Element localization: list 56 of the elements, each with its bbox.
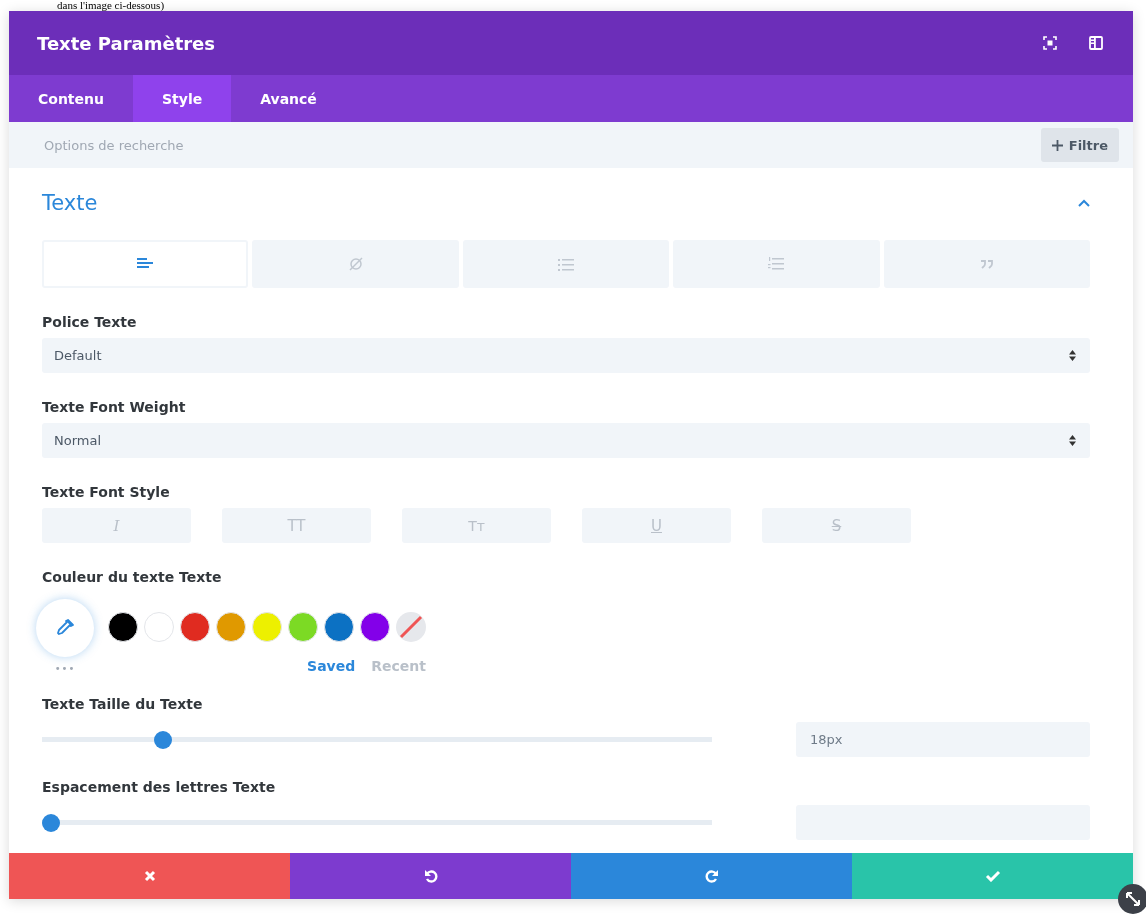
- slider-thumb[interactable]: [42, 813, 60, 832]
- color-picker-button[interactable]: [36, 599, 94, 657]
- tab[interactable]: Avancé: [231, 75, 346, 122]
- field-label: Texte Font Weight: [42, 399, 187, 415]
- size-input[interactable]: 18px: [796, 722, 1090, 757]
- color-swatch[interactable]: [180, 612, 210, 642]
- sidebar-layout-icon[interactable]: [1089, 36, 1103, 50]
- color-swatch[interactable]: [288, 612, 318, 642]
- field-label: Police Texte: [42, 314, 138, 330]
- color-swatch[interactable]: [216, 612, 246, 642]
- numbered-list-icon: [768, 257, 785, 271]
- sort-caret-icon: [1069, 435, 1076, 446]
- field-label: Espacement des lettres Texte: [42, 779, 277, 795]
- weight-select[interactable]: Normal: [42, 423, 1090, 458]
- fullscreen-icon[interactable]: [1043, 36, 1057, 50]
- color-swatch[interactable]: [324, 612, 354, 642]
- palette-tab[interactable]: Saved: [307, 658, 356, 674]
- more-options-button[interactable]: •••: [54, 663, 76, 674]
- plus-icon: [1051, 139, 1063, 151]
- tab[interactable]: Contenu: [9, 75, 133, 122]
- chevron-icon[interactable]: [1078, 199, 1090, 207]
- close-icon: [143, 870, 156, 882]
- search-field[interactable]: Options de recherche: [42, 136, 446, 154]
- slider-thumb[interactable]: [153, 730, 172, 749]
- window-title: Texte Paramètres: [37, 32, 216, 54]
- quote-icon: [978, 259, 995, 269]
- field-label: Couleur du texte Texte: [42, 569, 223, 585]
- section-title[interactable]: Texte: [42, 191, 98, 215]
- redo-button[interactable]: [571, 853, 852, 899]
- checkmark-icon: [984, 870, 1001, 882]
- color-swatch[interactable]: [108, 612, 138, 642]
- field-label: Texte Font Style: [42, 484, 171, 500]
- color-swatch[interactable]: [252, 612, 282, 642]
- color-swatch[interactable]: [360, 612, 390, 642]
- filter-button[interactable]: Filtre: [1040, 128, 1119, 162]
- no-color-swatch[interactable]: [396, 612, 426, 642]
- quote-tab[interactable]: [883, 240, 1091, 288]
- bullets-tab[interactable]: [462, 240, 670, 288]
- numbers-tab[interactable]: [673, 240, 880, 288]
- link-tab[interactable]: [252, 240, 459, 288]
- link-off-icon: [347, 256, 364, 272]
- bullet-list-icon: [558, 257, 574, 271]
- tab[interactable]: Style: [133, 75, 232, 122]
- sort-caret-icon: [1069, 350, 1076, 361]
- field-label: Texte Taille du Texte: [42, 696, 204, 712]
- undo-button[interactable]: [290, 853, 571, 899]
- font-select[interactable]: Default: [42, 338, 1090, 373]
- align-left-icon: [137, 257, 154, 271]
- page-text: dans l'image ci-dessous): [57, 0, 166, 11]
- redo-icon: [704, 869, 719, 883]
- resize-handle-icon[interactable]: [1118, 884, 1146, 914]
- color-swatch[interactable]: [144, 612, 174, 642]
- undo-icon: [423, 869, 438, 883]
- paragraph-tab[interactable]: [42, 240, 249, 288]
- cancel-button[interactable]: [9, 853, 290, 899]
- eyedropper-icon: [55, 618, 75, 638]
